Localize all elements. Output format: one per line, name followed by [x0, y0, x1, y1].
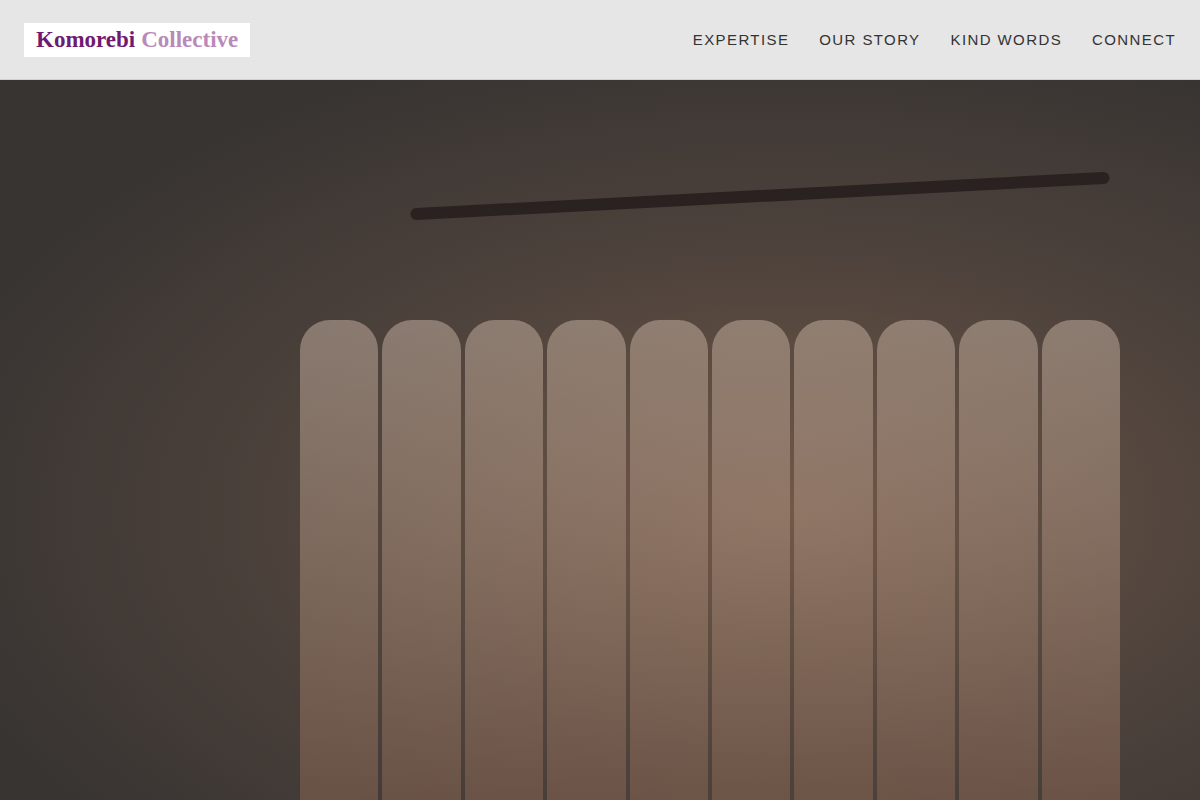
nav-link[interactable]: EXPERTISE — [693, 31, 790, 48]
dress — [1042, 320, 1120, 800]
dress — [877, 320, 955, 800]
logo-primary: Komorebi — [36, 27, 135, 53]
nav-link[interactable]: OUR STORY — [819, 31, 920, 48]
rack-bar — [410, 172, 1110, 221]
dress — [465, 320, 543, 800]
dress — [547, 320, 625, 800]
dress — [300, 320, 378, 800]
dress — [630, 320, 708, 800]
dress — [794, 320, 872, 800]
page: KomorebiCollective EXPERTISE OUR STORY KIND… — [0, 0, 1200, 800]
main-nav: EXPERTISE OUR STORY KIND WORDS CONNECT — [693, 31, 1176, 48]
nav-link[interactable]: KIND WORDS — [951, 31, 1063, 48]
dress — [712, 320, 790, 800]
dresses — [300, 320, 1120, 800]
logo[interactable]: KomorebiCollective — [24, 23, 250, 57]
nav-link[interactable]: CONNECT — [1092, 31, 1176, 48]
logo-secondary: Collective — [141, 27, 238, 53]
hero — [0, 80, 1200, 800]
dress — [382, 320, 460, 800]
top-bar: KomorebiCollective EXPERTISE OUR STORY KIND… — [0, 0, 1200, 80]
hero-photo — [0, 80, 1200, 800]
dress — [959, 320, 1037, 800]
